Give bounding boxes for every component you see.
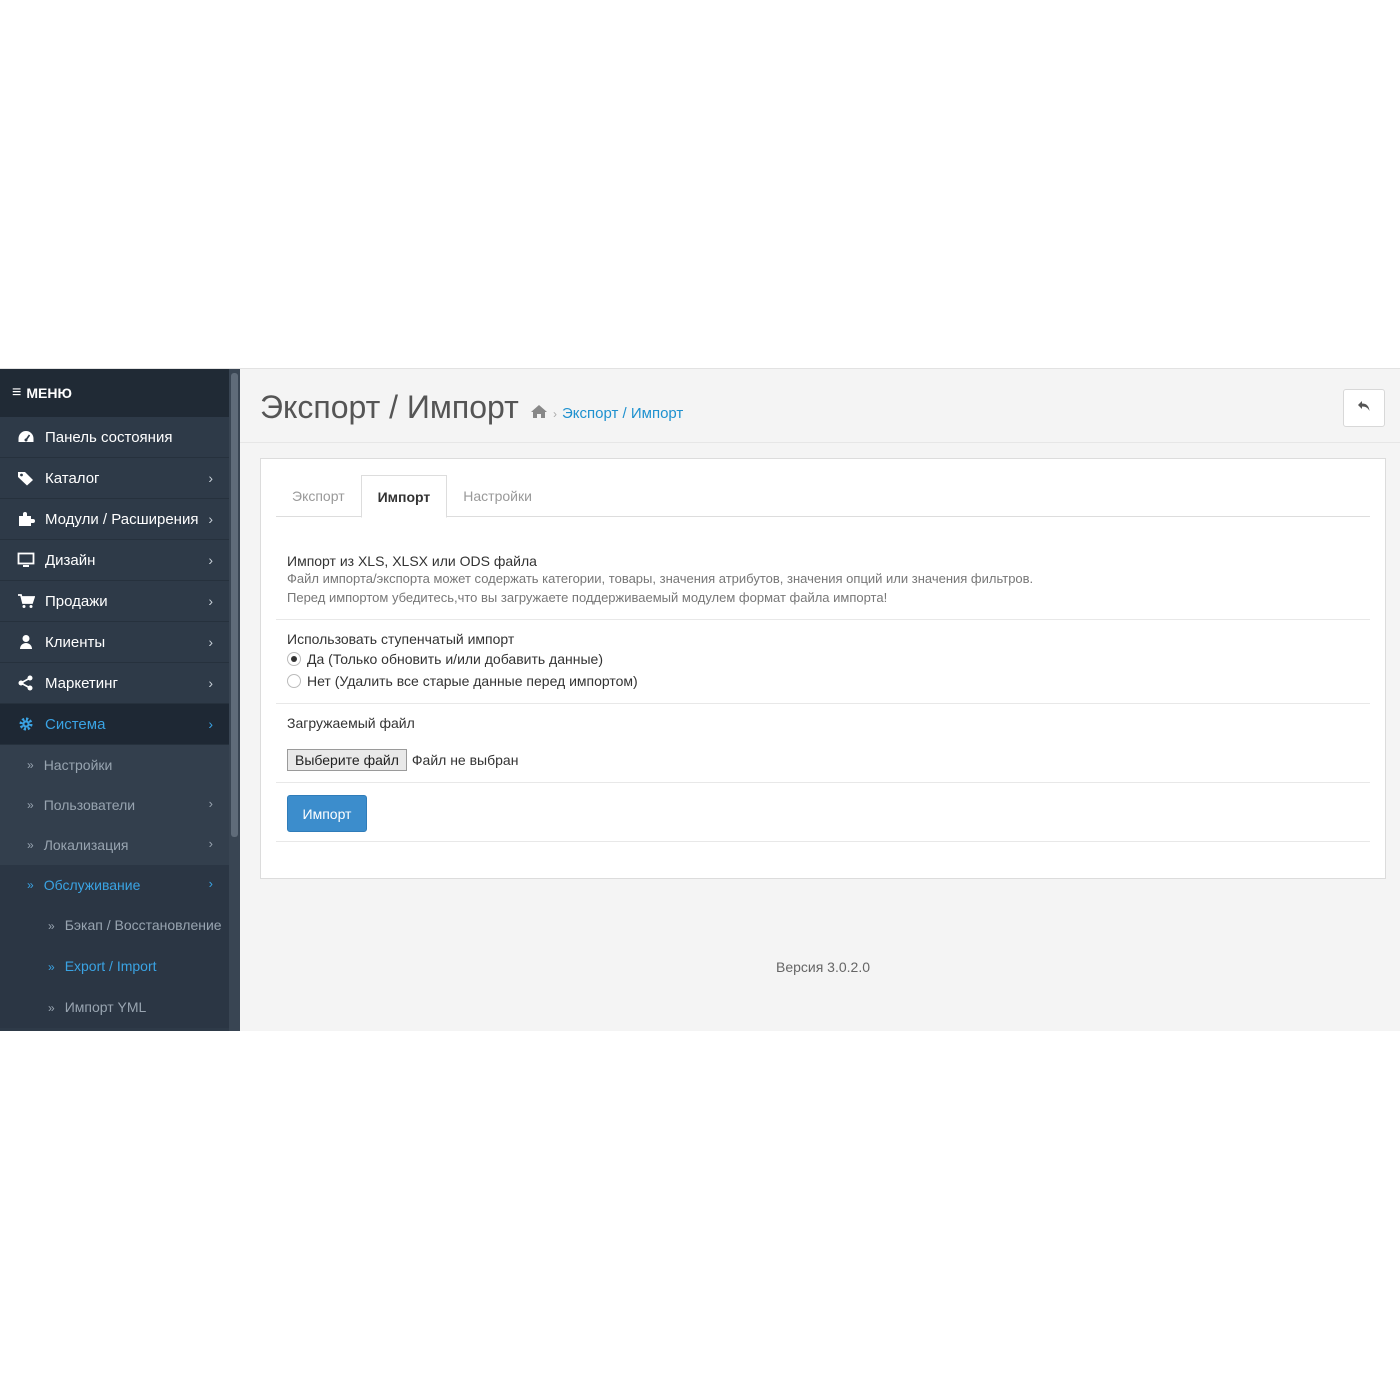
import-button[interactable]: Импорт [287,795,367,832]
sidebar-item-catalog[interactable]: Каталог › [0,458,229,499]
chevron-right-icon: › [208,836,213,851]
incremental-no-radio[interactable] [287,674,301,688]
sidebar-item-design[interactable]: Дизайн › [0,540,229,581]
sidebar-item-label: Клиенты [45,633,106,651]
tags-icon [16,470,36,486]
menu-label: МЕНЮ [26,385,72,401]
page-title: Экспорт / Импорт [260,389,519,425]
double-chevron-icon: » [27,758,34,772]
sidebar-subitem-localisation[interactable]: » Локализация › [0,825,229,865]
double-chevron-icon: » [48,1001,55,1015]
chevron-right-icon: › [208,470,213,486]
double-chevron-icon: » [48,919,55,933]
incremental-section: Использовать ступенчатый импорт Да (Толь… [276,620,1370,704]
double-chevron-icon: » [48,960,55,974]
import-desc-1: Файл импорта/экспорта может содержать ка… [287,571,1034,586]
import-action-section: Импорт [276,783,1370,842]
sidebar-subsubitem-backup[interactable]: » Бэкап / Восстановление [0,905,229,946]
sidebar: ≡ МЕНЮ Панель состояния Каталог › Модули… [0,369,240,1031]
tab-settings[interactable]: Настройки [447,475,548,517]
chevron-right-icon: › [208,552,213,568]
chevron-right-icon: › [208,511,213,527]
chevron-right-icon: › [208,796,213,811]
sidebar-subsubitem-label: Бэкап / Восстановление [64,917,222,933]
chevron-right-icon: › [208,675,213,691]
main-content: Экспорт / Импорт › Экспорт / Импорт Эксп… [240,369,1400,1031]
sidebar-subsubitem-label: Export / Import [64,958,157,974]
back-button[interactable] [1343,389,1385,427]
chevron-right-icon: › [208,634,213,650]
import-panel: Экспорт Импорт Настройки Импорт из XLS, … [260,458,1386,879]
sidebar-subitem-label: Пользователи [43,797,136,813]
sidebar-scrollbar[interactable] [229,369,240,1031]
breadcrumb: › Экспорт / Импорт [530,404,683,423]
share-icon [16,675,36,691]
sidebar-item-customers[interactable]: Клиенты › [0,622,229,663]
sidebar-subsubitem-label: Импорт YML [64,999,147,1015]
sidebar-item-label: Маркетинг [45,674,118,692]
cart-icon [16,593,36,609]
sidebar-subsubitem-import-yml[interactable]: » Импорт YML [0,987,229,1028]
import-info-section: Импорт из XLS, XLSX или ODS файла Файл и… [276,517,1370,620]
sidebar-subitem-maintenance[interactable]: » Обслуживание › [0,865,229,905]
incremental-yes-option[interactable]: Да (Только обновить и/или добавить данны… [276,648,1370,670]
version-footer: Версия 3.0.2.0 [775,959,870,975]
breadcrumb-separator: › [553,406,557,421]
tab-import[interactable]: Импорт [360,475,448,518]
chevron-right-icon: › [208,593,213,609]
sidebar-subsubitem-export-import[interactable]: » Export / Import [0,946,229,987]
chevron-right-icon: › [208,716,213,732]
upload-section: Загружаемый файл Выберите файл Файл не в… [276,704,1370,783]
page-header: Экспорт / Импорт › Экспорт / Импорт [240,369,1400,443]
hamburger-icon: ≡ [12,384,22,401]
dashboard-icon [16,429,36,445]
tab-export[interactable]: Экспорт [276,475,361,517]
sidebar-item-dashboard[interactable]: Панель состояния [0,417,229,458]
sidebar-subitem-label: Настройки [43,757,113,773]
sidebar-item-system[interactable]: Система › [0,704,229,745]
incremental-title: Использовать ступенчатый импорт [287,631,515,647]
desktop-icon [16,552,36,568]
user-icon [16,634,36,650]
tab-bar: Экспорт Импорт Настройки [276,475,1370,518]
app-frame: ≡ МЕНЮ Панель состояния Каталог › Модули… [0,368,1400,1031]
incremental-yes-label: Да (Только обновить и/или добавить данны… [307,651,603,667]
sidebar-item-marketing[interactable]: Маркетинг › [0,663,229,704]
import-title: Импорт из XLS, XLSX или ODS файла [287,553,537,569]
sidebar-item-modules[interactable]: Модули / Расширения › [0,499,229,540]
chevron-right-icon: › [208,876,213,891]
double-chevron-icon: » [27,798,34,812]
sidebar-subitem-label: Локализация [43,837,129,853]
scrollbar-thumb[interactable] [231,373,238,837]
puzzle-icon [16,511,36,527]
breadcrumb-link[interactable]: Экспорт / Импорт [562,405,683,422]
sidebar-item-sales[interactable]: Продажи › [0,581,229,622]
menu-header[interactable]: ≡ МЕНЮ [0,369,229,417]
sidebar-item-label: Модули / Расширения [45,510,199,528]
sidebar-item-label: Система [45,715,106,733]
sidebar-item-label: Дизайн [45,551,96,569]
sidebar-item-label: Панель состояния [45,428,173,446]
incremental-no-label: Нет (Удалить все старые данные перед имп… [307,673,638,689]
double-chevron-icon: » [27,878,34,892]
gear-icon [16,716,36,732]
import-desc-2: Перед импортом убедитесь,что вы загружае… [287,590,888,605]
sidebar-subitem-settings[interactable]: » Настройки [0,745,229,785]
sidebar-subitem-label: Обслуживание [43,877,141,893]
incremental-no-option[interactable]: Нет (Удалить все старые данные перед имп… [276,670,1370,692]
no-file-text: Файл не выбран [411,752,519,768]
double-chevron-icon: » [27,838,34,852]
sidebar-item-label: Каталог [45,469,100,487]
sidebar-subitem-users[interactable]: » Пользователи › [0,785,229,825]
reply-icon [1357,399,1371,417]
incremental-yes-radio[interactable] [287,652,301,666]
sidebar-item-label: Продажи [45,592,108,610]
upload-title: Загружаемый файл [287,715,415,731]
choose-file-button[interactable]: Выберите файл [287,749,407,771]
home-icon[interactable] [530,404,548,423]
